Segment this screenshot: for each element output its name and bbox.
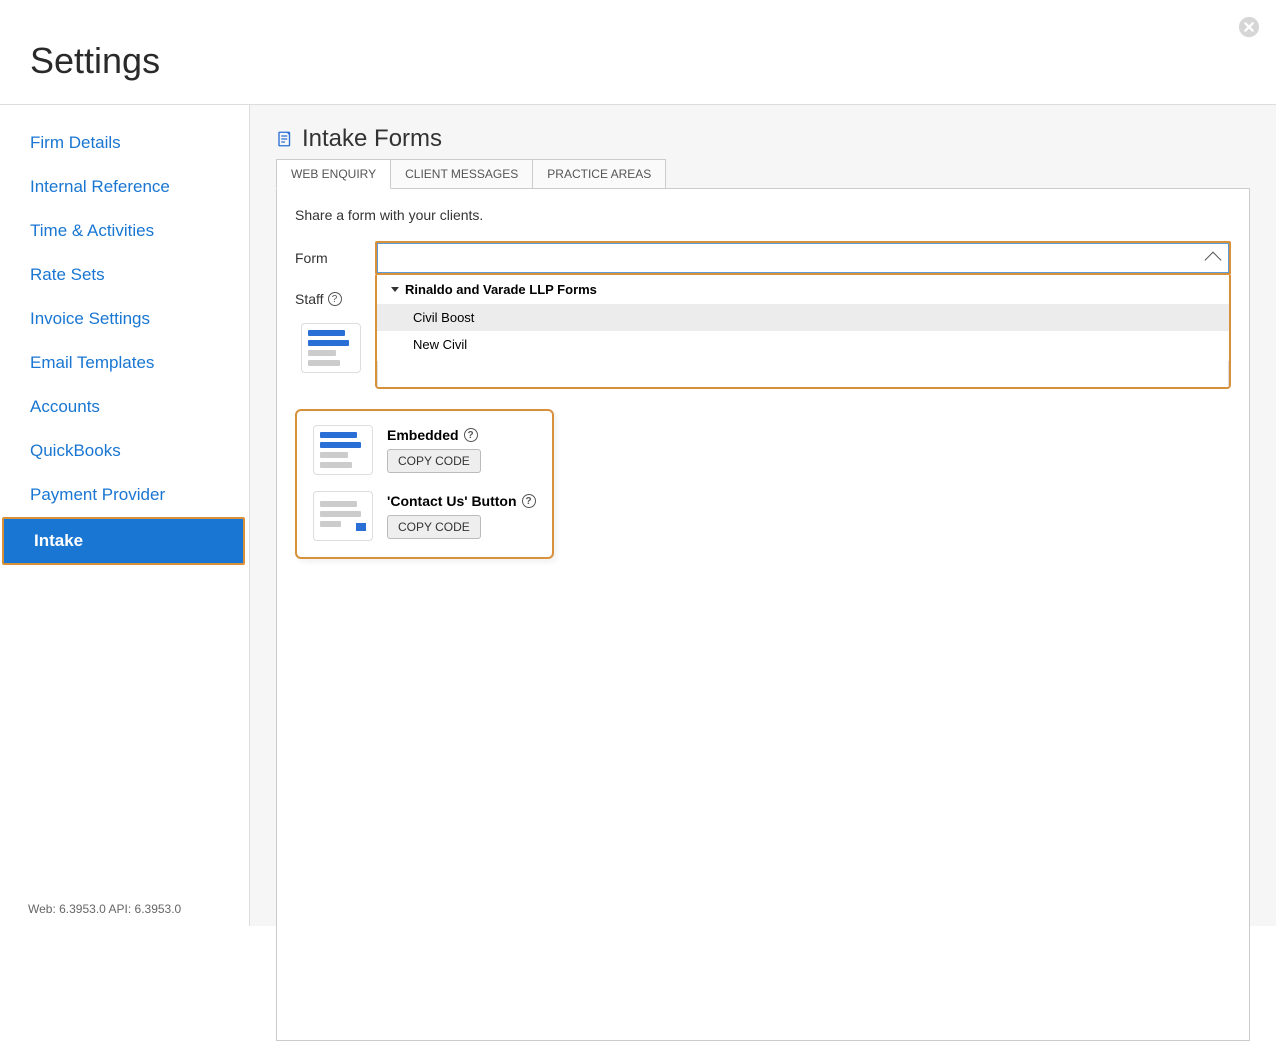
copy-code-button[interactable]: COPY CODE bbox=[387, 449, 481, 473]
help-icon[interactable]: ? bbox=[328, 292, 342, 306]
copy-code-button[interactable]: COPY CODE bbox=[387, 515, 481, 539]
dropdown-option-civil-boost[interactable]: Civil Boost bbox=[377, 304, 1229, 331]
panel-description: Share a form with your clients. bbox=[295, 207, 1231, 223]
sidebar-item-email-templates[interactable]: Email Templates bbox=[0, 341, 249, 385]
card-title: Embedded bbox=[387, 427, 459, 443]
sidebar-item-invoice-settings[interactable]: Invoice Settings bbox=[0, 297, 249, 341]
sidebar-item-time-activities[interactable]: Time & Activities bbox=[0, 209, 249, 253]
chevron-up-icon bbox=[1205, 252, 1222, 269]
form-select[interactable] bbox=[375, 241, 1231, 275]
sidebar-item-firm-details[interactable]: Firm Details bbox=[0, 121, 249, 165]
settings-sidebar: Firm Details Internal Reference Time & A… bbox=[0, 105, 250, 926]
card-title: 'Contact Us' Button bbox=[387, 493, 517, 509]
sidebar-item-accounts[interactable]: Accounts bbox=[0, 385, 249, 429]
panel-heading: Intake Forms bbox=[302, 125, 442, 153]
tab-practice-areas[interactable]: PRACTICE AREAS bbox=[533, 159, 666, 189]
intake-form-icon bbox=[276, 130, 294, 148]
dropdown-option-new-civil[interactable]: New Civil bbox=[377, 331, 1229, 358]
page-title: Settings bbox=[30, 40, 1246, 82]
sidebar-item-intake[interactable]: Intake bbox=[2, 517, 245, 565]
dropdown-group-label: Rinaldo and Varade LLP Forms bbox=[405, 282, 597, 297]
close-icon[interactable] bbox=[1238, 16, 1260, 38]
form-label: Form bbox=[295, 250, 375, 266]
sidebar-item-rate-sets[interactable]: Rate Sets bbox=[0, 253, 249, 297]
sidebar-item-payment-provider[interactable]: Payment Provider bbox=[0, 473, 249, 517]
sidebar-item-internal-reference[interactable]: Internal Reference bbox=[0, 165, 249, 209]
chevron-down-icon bbox=[391, 287, 399, 292]
card-embedded: Embedded ? COPY CODE bbox=[307, 419, 542, 481]
embed-options: Embedded ? COPY CODE 'Contact Us' bbox=[295, 409, 554, 559]
sidebar-item-quickbooks[interactable]: QuickBooks bbox=[0, 429, 249, 473]
form-dropdown: Rinaldo and Varade LLP Forms Civil Boost… bbox=[375, 275, 1231, 389]
help-icon[interactable]: ? bbox=[522, 494, 536, 508]
card-thumbnail-icon bbox=[313, 491, 373, 541]
dropdown-group-rinaldo[interactable]: Rinaldo and Varade LLP Forms bbox=[377, 275, 1229, 304]
tab-panel-web-enquiry: Share a form with your clients. Form Rin… bbox=[276, 188, 1250, 1041]
card-thumbnail-icon bbox=[313, 425, 373, 475]
tab-client-messages[interactable]: CLIENT MESSAGES bbox=[391, 159, 533, 189]
tab-web-enquiry[interactable]: WEB ENQUIRY bbox=[276, 159, 391, 189]
card-contact-us-button: 'Contact Us' Button ? COPY CODE bbox=[307, 485, 542, 547]
help-icon[interactable]: ? bbox=[464, 428, 478, 442]
staff-label: Staff ? bbox=[295, 291, 375, 307]
card-thumbnail-icon bbox=[301, 323, 361, 373]
version-text: Web: 6.3953.0 API: 6.3953.0 bbox=[0, 902, 249, 926]
